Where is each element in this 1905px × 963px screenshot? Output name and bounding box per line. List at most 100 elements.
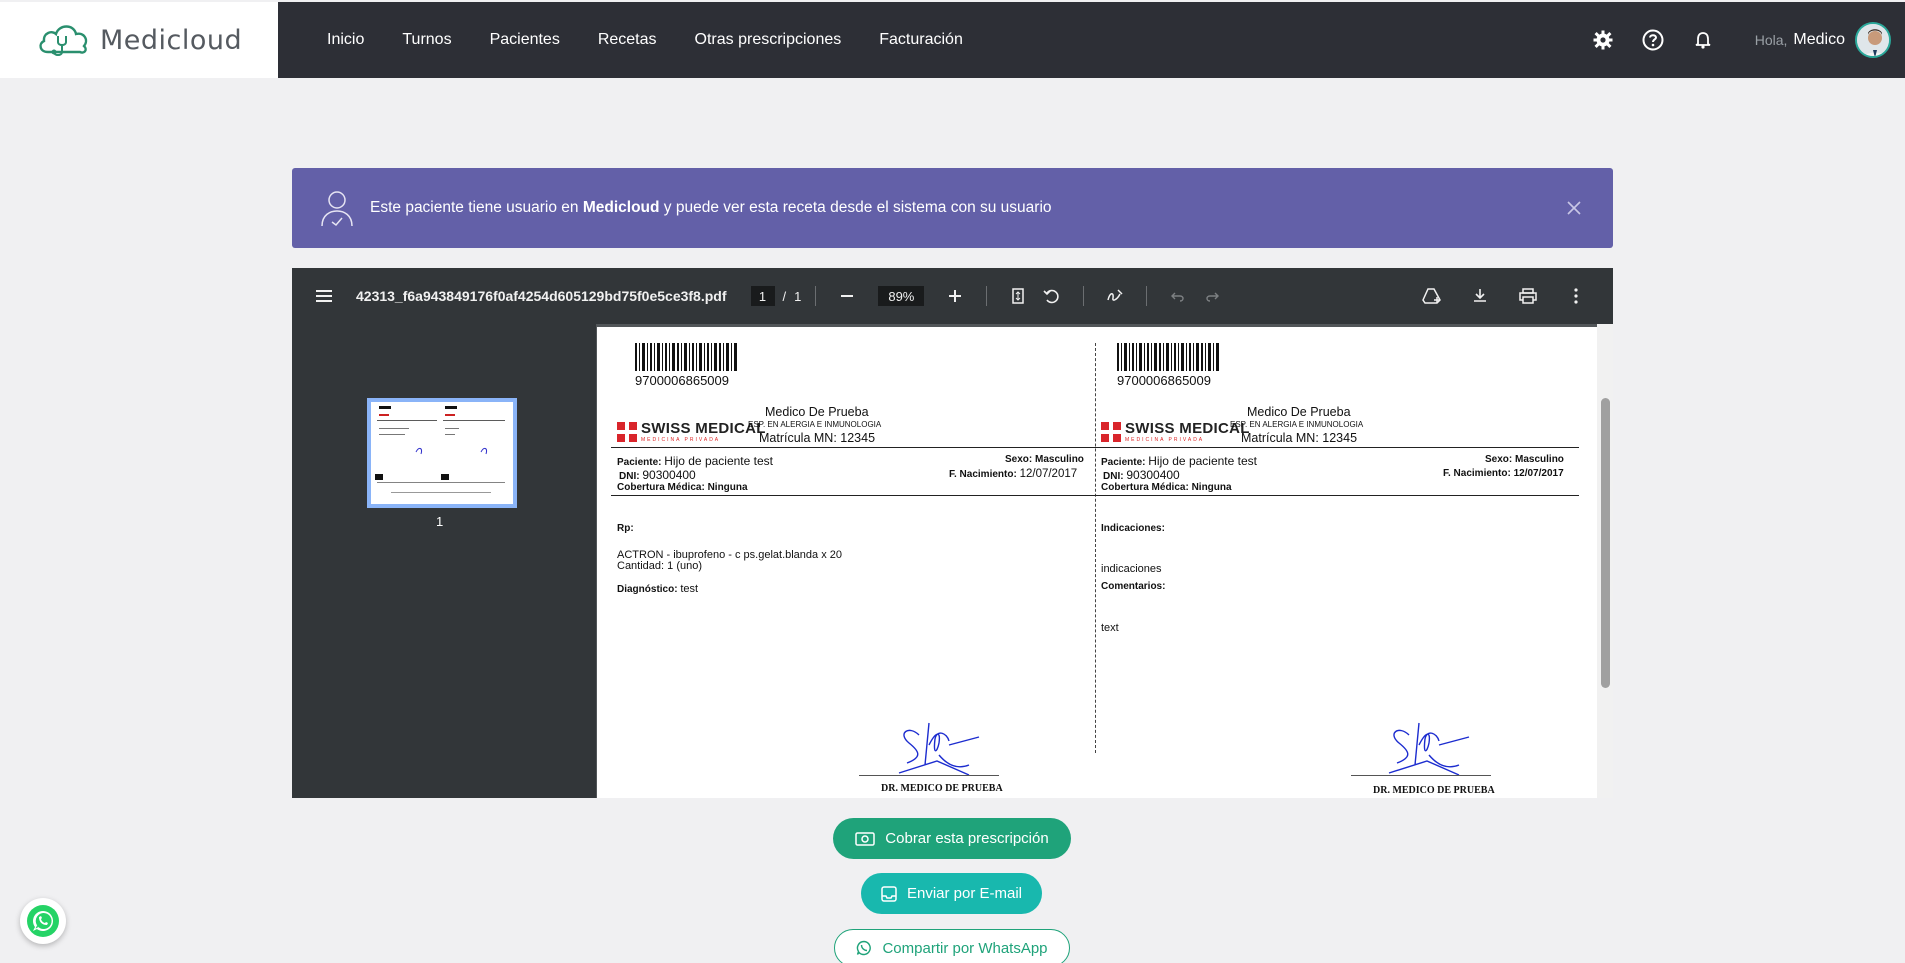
toolbar-divider [1146,286,1148,306]
birth-value: 12/07/2017 [1513,468,1564,479]
dni-field: DNI: 90300400 [1103,468,1180,482]
sex-field: Sexo: Masculino [1485,454,1564,465]
total-pages: 1 [794,288,802,304]
gear-icon[interactable] [1591,28,1615,52]
rotate-icon[interactable] [1041,285,1063,307]
bell-icon[interactable] [1691,28,1715,52]
toolbar-divider [1083,286,1085,306]
page-separator: / [782,288,787,304]
doctor-specialty: ESP. EN ALERGIA E INMUNOLOGIA [1230,420,1364,429]
nav-item-turnos[interactable]: Turnos [402,31,451,49]
close-icon[interactable] [1563,197,1585,219]
current-page-input[interactable]: 1 [750,286,775,306]
dni-field: DNI: 90300400 [619,468,696,482]
nav-item-facturacion[interactable]: Facturación [879,31,963,49]
undo-icon[interactable] [1167,285,1189,307]
patient-field: Paciente: Hijo de paciente test [1101,454,1257,468]
divider [1095,495,1579,496]
user-check-icon [321,191,353,227]
sex-label: Sexo: [1485,454,1513,465]
signature-name: DR. MEDICO DE PRUEBA [881,783,1003,794]
nav-item-recetas[interactable]: Recetas [598,31,657,49]
menu-icon[interactable] [316,289,334,303]
coverage-value: Ninguna [707,482,748,493]
print-icon[interactable] [1517,285,1539,307]
send-email-button[interactable]: Enviar por E-mail [861,873,1042,914]
pdf-filename: 42313_f6a943849176f0af4254d605129bd75f0e… [356,288,727,304]
signature-name: DR. MEDICO DE PRUEBA [1373,785,1495,796]
barcode [1117,343,1219,371]
whatsapp-float-button[interactable] [20,898,66,944]
sex-value: Masculino [1515,454,1564,465]
doctor-license: Matrícula MN: 12345 [759,431,876,445]
zoom-input[interactable]: 89% [878,286,925,306]
page-thumbnail[interactable] [367,398,517,508]
scrollbar-thumb[interactable] [1601,398,1610,688]
brand-name: Medicloud [100,24,243,56]
drive-save-icon[interactable] [1421,285,1443,307]
indications-value: indicaciones [1101,563,1162,575]
comments-label: Comentarios: [1101,581,1166,592]
alert-brand: Medicloud [582,199,660,216]
main-nav: Inicio Turnos Pacientes Recetas Otras pr… [327,31,1001,49]
diagnosis-field: Diagnóstico: test [617,583,698,595]
patient-label: Paciente: [617,457,662,468]
zoom-out-icon[interactable] [836,285,858,307]
dni-label: DNI: [1103,471,1124,482]
doctor-license: Matrícula MN: 12345 [1241,431,1358,445]
cloud-stethoscope-icon [39,25,88,56]
charge-prescription-button[interactable]: Cobrar esta prescripción [833,818,1071,859]
share-whatsapp-label: Compartir por WhatsApp [882,939,1048,957]
insurer-logo: SWISS MEDICAL MEDICINA PRIVADA [1101,420,1250,443]
fit-page-icon[interactable] [1007,285,1029,307]
charge-prescription-label: Cobrar esta prescripción [885,830,1049,847]
top-navbar: Medicloud Inicio Turnos Pacientes Receta… [0,2,1905,78]
doctor-name: Medico De Prueba [1247,405,1351,419]
page-indicator: 1 / 1 [750,286,802,306]
user-name[interactable]: Medico [1793,31,1845,49]
pdf-toolbar: 42313_f6a943849176f0af4254d605129bd75f0e… [292,268,1613,324]
money-icon [855,831,876,846]
pdf-scrollbar[interactable] [1597,324,1613,798]
nav-item-inicio[interactable]: Inicio [327,31,364,49]
alert-message: Este paciente tiene usuario en Medicloud… [370,199,1052,217]
inbox-icon [881,885,897,902]
doctor-name: Medico De Prueba [765,405,869,419]
zoom-in-icon[interactable] [944,285,966,307]
diagnosis-value: test [680,583,699,595]
share-whatsapp-button[interactable]: Compartir por WhatsApp [834,929,1070,963]
signature-line [859,775,999,776]
barcode-number: 9700006865009 [1117,373,1211,388]
sex-label: Sexo: [1005,454,1033,465]
coverage-value: Ninguna [1191,482,1232,493]
patient-name: Hijo de paciente test [1148,454,1257,468]
help-icon[interactable] [1641,28,1665,52]
birth-field: F. Nacimiento: 12/07/2017 [1443,468,1564,479]
pdf-viewer: 42313_f6a943849176f0af4254d605129bd75f0e… [292,268,1613,798]
whatsapp-icon [27,905,59,937]
brand-logo[interactable]: Medicloud [0,2,278,78]
patient-name: Hijo de paciente test [664,454,773,468]
send-email-label: Enviar por E-mail [906,885,1023,902]
dni-label: DNI: [619,471,640,482]
coverage-field: Cobertura Médica: Ninguna [617,482,748,493]
thumbnail-sidebar: 1 [292,324,596,798]
annotate-icon[interactable] [1104,285,1126,307]
birth-value: 12/07/2017 [1019,468,1078,480]
nav-item-pacientes[interactable]: Pacientes [490,31,560,49]
insurer-sub: MEDICINA PRIVADA [1125,437,1205,443]
download-icon[interactable] [1469,285,1491,307]
divider [1095,447,1579,448]
nav-item-otras-prescripciones[interactable]: Otras prescripciones [695,31,842,49]
coverage-label: Cobertura Médica: [617,482,705,493]
more-options-icon[interactable] [1565,285,1587,307]
coverage-field: Cobertura Médica: Ninguna [1101,482,1232,493]
insurer-sub: MEDICINA PRIVADA [641,437,721,443]
header-actions: Hola, Medico [1591,2,1905,78]
thumbnail-page-number: 1 [436,514,444,529]
coverage-label: Cobertura Médica: [1101,482,1189,493]
prescription-right: 9700006865009 SWISS MEDICAL MEDICINA PRI… [1095,327,1595,798]
redo-icon[interactable] [1201,285,1223,307]
dni-value: 90300400 [642,468,696,482]
avatar[interactable] [1855,22,1891,58]
